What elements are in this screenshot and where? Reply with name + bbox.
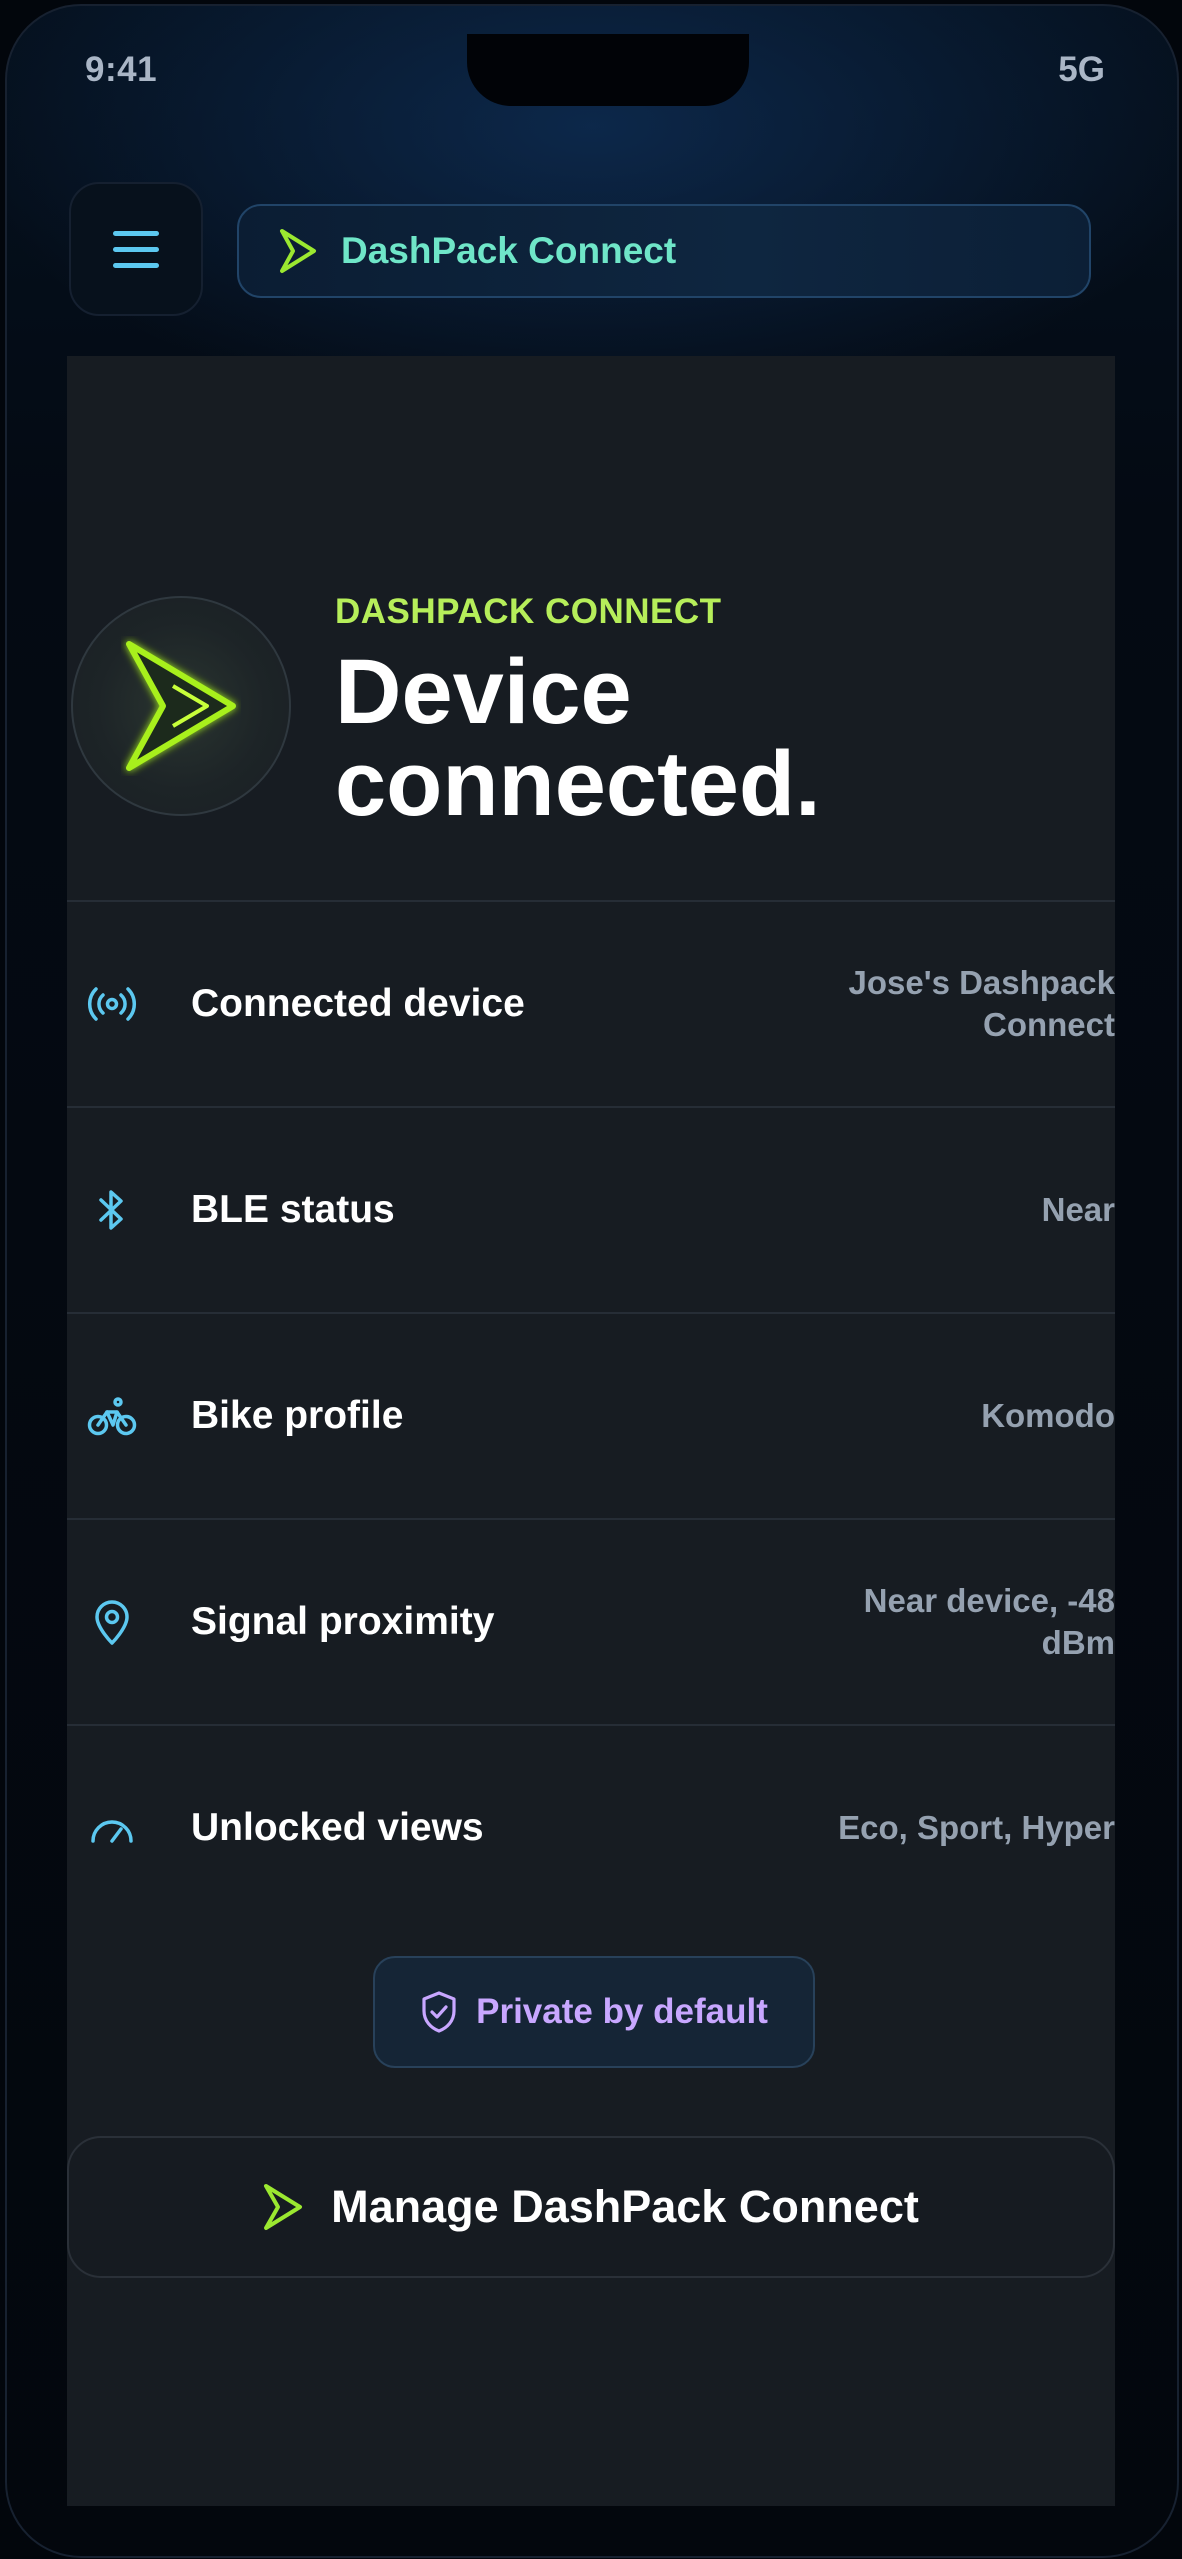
bluetooth-icon [85,1183,139,1237]
dashpack-arrow-icon [264,2184,303,2230]
detail-label: BLE status [191,1188,395,1231]
dashpack-logo [71,596,291,816]
detail-row-ble-status[interactable]: BLE status Near [67,1106,1115,1312]
status-network: 5G [1058,50,1105,89]
hamburger-icon-bar [113,230,159,236]
detail-value: Komodo [981,1397,1115,1434]
headline-line-1: Device [335,641,632,743]
dashpack-arrow-icon [126,641,236,771]
detail-value-line: Jose's Dashpack [848,964,1116,1001]
detail-value: Jose's Dashpack Connect [849,962,1116,1046]
detail-value: Near device, -48 dBm [863,1582,1115,1661]
detail-value: Eco, Sport, Hyper [838,1809,1115,1846]
hero-eyebrow: DASHPACK CONNECT [335,592,722,631]
brand-pill[interactable]: DashPack Connect [237,204,1091,298]
broadcast-icon [85,977,139,1031]
manage-dashpack-button[interactable]: Manage DashPack Connect [67,2136,1115,2278]
detail-label: Signal proximity [191,1600,495,1643]
dashpack-arrow-icon [280,229,316,273]
location-pin-icon [85,1595,139,1649]
status-bar: 9:41 5G [7,6,1177,136]
main-card: DASHPACK CONNECT Device connected. Conne… [67,356,1115,2506]
headline-line-2: connected. [335,733,821,835]
menu-button[interactable] [69,182,203,316]
hero-headline: Device connected. [335,646,821,830]
camera-notch [467,34,749,106]
detail-value-line: Connect [983,1006,1115,1043]
hamburger-icon-bar [113,246,159,252]
speedometer-icon [85,1801,139,1855]
privacy-label: Private by default [476,1992,768,2031]
privacy-badge[interactable]: Private by default [373,1956,815,2068]
device-details-list: Connected device Jose's Dashpack Connect… [67,900,1115,1930]
hamburger-icon-bar [113,262,159,268]
detail-label: Bike profile [191,1394,404,1437]
phone-frame: 9:41 5G DashPack Connect DASHPACK CONNEC… [5,4,1179,2558]
detail-row-unlocked-views[interactable]: Unlocked views Eco, Sport, Hyper [67,1724,1115,1930]
detail-row-connected-device[interactable]: Connected device Jose's Dashpack Connect [67,900,1115,1106]
detail-value: Near [1041,1191,1115,1228]
status-time: 9:41 [85,50,158,89]
shield-check-icon [422,1991,456,2033]
detail-row-bike-profile[interactable]: Bike profile Komodo [67,1312,1115,1518]
detail-label: Unlocked views [191,1806,484,1849]
detail-label: Connected device [191,982,525,1025]
manage-button-label: Manage DashPack Connect [331,2181,919,2232]
bicycle-icon [85,1389,139,1443]
brand-label: DashPack Connect [341,230,677,271]
detail-row-signal-proximity[interactable]: Signal proximity Near device, -48 dBm [67,1518,1115,1724]
